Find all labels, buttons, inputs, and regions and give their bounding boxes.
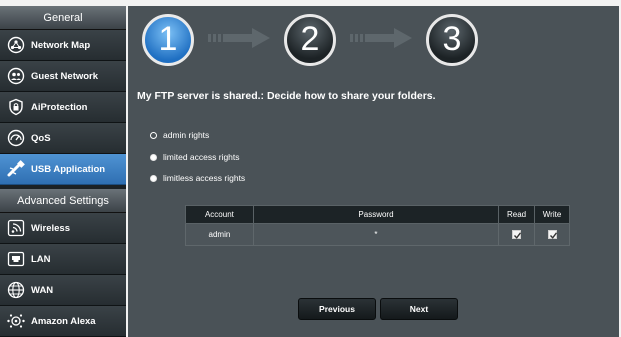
lock-icon — [6, 97, 26, 117]
wireless-icon — [6, 218, 26, 238]
globe-icon — [6, 280, 26, 300]
sidebar-item-qos[interactable]: QoS — [0, 123, 126, 154]
check-icon — [549, 232, 557, 240]
guest-network-icon — [6, 66, 26, 86]
option-admin-rights[interactable]: admin rights — [150, 130, 209, 140]
step-arrow-icon — [350, 28, 412, 48]
column-header-account: Account — [185, 205, 254, 224]
page-title: My FTP server is shared.: Decide how to … — [137, 90, 436, 102]
main-panel: 1 2 3 My FTP server is shared.: Decide h… — [128, 6, 619, 337]
account-cell: admin — [185, 223, 254, 246]
sidebar-item-label: Guest Network — [31, 70, 99, 82]
sidebar-item-network-map[interactable]: Network Map — [0, 30, 126, 61]
alexa-icon — [6, 311, 26, 331]
sidebar-item-label: USB Application — [31, 163, 106, 175]
option-limitless-access-rights[interactable]: limitless access rights — [150, 173, 245, 183]
lan-icon — [6, 249, 26, 269]
read-checkbox[interactable] — [512, 230, 522, 240]
step-3-indicator: 3 — [426, 14, 478, 66]
radio-button[interactable] — [150, 153, 157, 161]
sidebar-item-amazon-alexa[interactable]: Amazon Alexa — [0, 306, 126, 337]
sidebar: General Network Map Guest Network AiProt… — [0, 6, 126, 337]
radio-button[interactable] — [150, 174, 157, 182]
sidebar-item-label: Wireless — [31, 222, 70, 234]
sidebar-item-guest-network[interactable]: Guest Network — [0, 61, 126, 92]
step-1-indicator: 1 — [142, 14, 194, 66]
step-arrow-icon — [208, 28, 270, 48]
column-header-password: Password — [252, 205, 500, 224]
advanced-settings-header: Advanced Settings — [0, 189, 126, 213]
sidebar-item-wireless[interactable]: Wireless — [0, 213, 126, 244]
sidebar-item-usb-application[interactable]: USB Application — [0, 154, 126, 185]
general-section-header: General — [0, 6, 126, 30]
column-header-write: Write — [534, 205, 570, 224]
radio-button-selected[interactable] — [150, 131, 157, 139]
network-map-icon — [6, 35, 26, 55]
sidebar-item-label: WAN — [31, 284, 54, 296]
option-label: limited access rights — [163, 152, 240, 162]
step-2-indicator: 2 — [284, 14, 336, 66]
previous-button[interactable]: Previous — [298, 298, 376, 320]
sidebar-item-wan[interactable]: WAN — [0, 275, 126, 306]
next-button[interactable]: Next — [380, 298, 458, 320]
write-cell — [534, 223, 570, 246]
router-admin-window: General Network Map Guest Network AiProt… — [0, 0, 621, 337]
column-header-read: Read — [498, 205, 536, 224]
password-cell: * — [252, 223, 500, 246]
account-table: Account Password Read Write admin * — [185, 205, 570, 246]
write-checkbox[interactable] — [547, 230, 557, 240]
sidebar-item-label: Network Map — [31, 39, 91, 51]
check-icon — [514, 232, 522, 240]
read-cell — [498, 223, 536, 246]
option-label: admin rights — [163, 130, 210, 140]
speedometer-icon — [6, 128, 26, 148]
sidebar-item-aiprotection[interactable]: AiProtection — [0, 92, 126, 123]
sidebar-item-label: Amazon Alexa — [31, 315, 96, 327]
usb-icon — [6, 159, 26, 179]
option-label: limitless access rights — [163, 173, 246, 183]
wizard-steps: 1 2 3 — [128, 6, 619, 72]
sidebar-item-lan[interactable]: LAN — [0, 244, 126, 275]
sidebar-item-label: AiProtection — [31, 101, 88, 113]
option-limited-access-rights[interactable]: limited access rights — [150, 152, 240, 162]
sidebar-item-label: QoS — [31, 132, 51, 144]
sidebar-item-label: LAN — [31, 253, 51, 265]
table-row: admin * — [185, 223, 570, 246]
table-header-row: Account Password Read Write — [185, 205, 570, 224]
